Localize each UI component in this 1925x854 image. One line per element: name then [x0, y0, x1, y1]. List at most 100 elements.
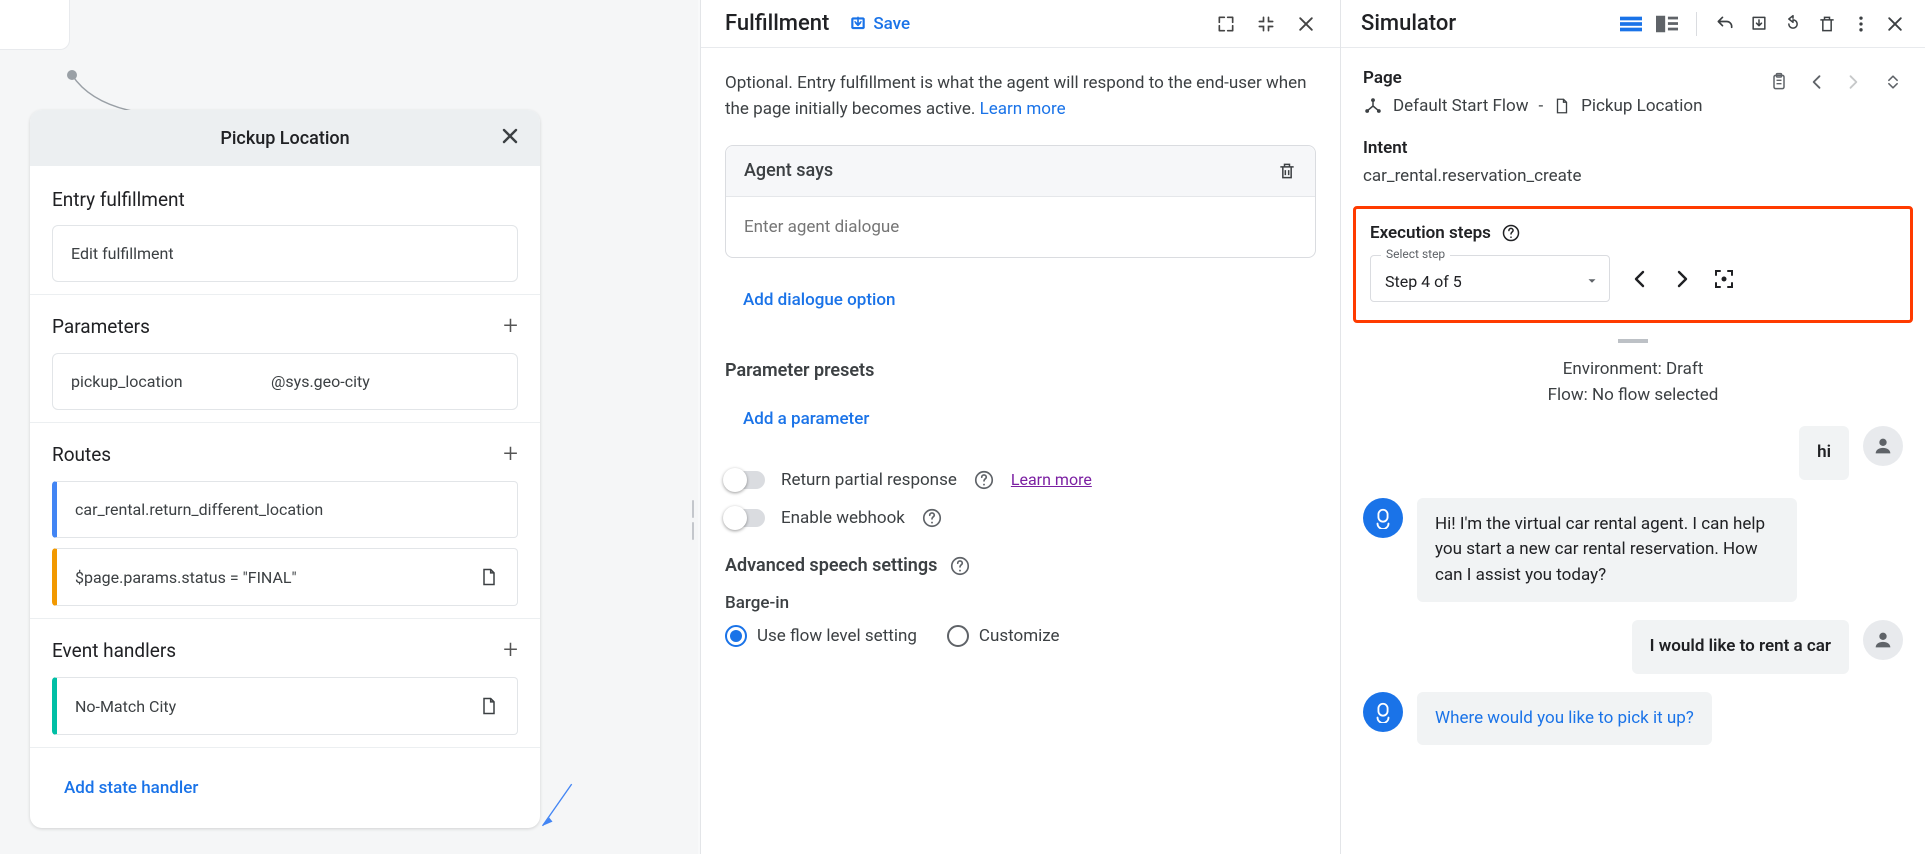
close-icon[interactable]	[498, 124, 522, 148]
undo-icon[interactable]	[1715, 14, 1735, 34]
simulator-header: Simulator	[1341, 0, 1925, 48]
radio-checked-icon	[725, 625, 747, 647]
user-avatar-icon	[1863, 426, 1903, 466]
user-message: I would like to rent a car	[1632, 620, 1849, 674]
breadcrumb-flow: Default Start Flow	[1393, 96, 1528, 116]
event-handlers-heading: Event handlers	[52, 639, 176, 662]
exit-fullscreen-icon[interactable]	[1256, 14, 1276, 34]
add-state-handler-link[interactable]: Add state handler	[64, 778, 198, 798]
route-row-intent[interactable]: car_rental.return_different_location	[52, 481, 518, 538]
fullscreen-icon[interactable]	[1216, 14, 1236, 34]
focus-icon[interactable]	[1712, 267, 1736, 291]
chat-user-row: hi	[1363, 426, 1903, 480]
parameter-entity: @sys.geo-city	[271, 372, 499, 391]
learn-more-link[interactable]: Learn more	[980, 99, 1066, 119]
barge-in-label: Barge-in	[725, 593, 1316, 613]
advanced-speech-heading: Advanced speech settings	[725, 555, 937, 576]
intent-value: car_rental.reservation_create	[1363, 166, 1903, 186]
entry-fulfillment-heading: Entry fulfillment	[52, 188, 518, 211]
flow-canvas[interactable]: Pickup Location Entry fulfillment Edit f…	[0, 0, 698, 854]
step-select-value: Step 4 of 5	[1385, 272, 1462, 291]
chat-bot-row: Hi! I'm the virtual car rental agent. I …	[1363, 498, 1903, 603]
page-icon	[1553, 96, 1571, 116]
close-icon[interactable]	[1296, 14, 1316, 34]
view-list-icon[interactable]	[1620, 15, 1642, 33]
env-line2: Flow: No flow selected	[1363, 383, 1903, 409]
panel-resizer[interactable]	[692, 500, 698, 540]
save-button[interactable]: Save	[849, 14, 910, 34]
bot-message: Where would you like to pick it up?	[1417, 692, 1712, 746]
next-step-icon[interactable]	[1670, 267, 1694, 291]
route-intent-label: car_rental.return_different_location	[75, 500, 323, 519]
close-icon[interactable]	[1885, 14, 1905, 34]
simulator-panel: Simulator Page Default Start Flow - Pick…	[1340, 0, 1925, 854]
intent-label: Intent	[1363, 138, 1903, 158]
help-icon[interactable]	[949, 555, 971, 577]
node-header: Pickup Location	[30, 110, 540, 166]
fulfillment-info-text: Optional. Entry fulfillment is what the …	[725, 70, 1316, 123]
user-avatar-icon	[1863, 620, 1903, 660]
chevron-left-icon[interactable]	[1807, 72, 1827, 92]
drag-handle[interactable]	[1618, 339, 1648, 343]
agent-says-label: Agent says	[744, 160, 833, 181]
parameters-heading: Parameters	[52, 315, 150, 338]
help-icon[interactable]	[921, 507, 943, 529]
parameter-name: pickup_location	[71, 372, 271, 391]
add-event-icon[interactable]: +	[503, 637, 518, 663]
step-select[interactable]: Select step Step 4 of 5	[1370, 255, 1610, 302]
flow-icon	[1363, 96, 1383, 116]
event-label: No-Match City	[75, 697, 176, 716]
agent-dialogue-input[interactable]	[726, 197, 1315, 257]
radio-customize-label: Customize	[979, 626, 1060, 646]
reset-icon[interactable]	[1783, 14, 1803, 34]
page-node-card: Pickup Location Entry fulfillment Edit f…	[30, 110, 540, 828]
collapse-icon[interactable]	[1883, 72, 1903, 92]
partial-response-toggle[interactable]	[725, 471, 765, 489]
view-split-icon[interactable]	[1656, 15, 1678, 33]
simulator-title: Simulator	[1361, 11, 1606, 36]
import-icon[interactable]	[1749, 14, 1769, 34]
parameter-row[interactable]: pickup_location @sys.geo-city	[52, 353, 518, 410]
help-icon[interactable]	[973, 469, 995, 491]
edit-fulfillment-label: Edit fulfillment	[71, 244, 174, 263]
execution-steps-highlight: Execution steps Select step Step 4 of 5	[1353, 206, 1913, 323]
execution-steps-label: Execution steps	[1370, 223, 1491, 243]
route-row-condition[interactable]: $page.params.status = "FINAL"	[52, 548, 518, 606]
prev-step-icon[interactable]	[1628, 267, 1652, 291]
canvas-tab[interactable]	[0, 0, 70, 50]
radio-customize[interactable]: Customize	[947, 625, 1060, 647]
more-icon[interactable]	[1851, 14, 1871, 34]
environment-info: Environment: Draft Flow: No flow selecte…	[1363, 357, 1903, 408]
bot-avatar-icon	[1363, 498, 1403, 538]
fulfillment-panel: Fulfillment Save Optional. Entry fulfill…	[700, 0, 1340, 854]
user-message: hi	[1799, 426, 1849, 480]
edit-fulfillment-button[interactable]: Edit fulfillment	[52, 225, 518, 282]
radio-flow-level[interactable]: Use flow level setting	[725, 625, 917, 647]
learn-more-link[interactable]: Learn more	[1011, 470, 1092, 489]
webhook-label: Enable webhook	[781, 508, 905, 528]
breadcrumb-page: Pickup Location	[1581, 96, 1702, 116]
chevron-right-icon[interactable]	[1843, 72, 1863, 92]
trash-icon[interactable]	[1277, 160, 1297, 182]
help-icon[interactable]	[1501, 223, 1521, 243]
partial-response-label: Return partial response	[781, 470, 957, 490]
add-dialogue-link[interactable]: Add dialogue option	[743, 290, 895, 310]
webhook-toggle[interactable]	[725, 509, 765, 527]
clipboard-icon[interactable]	[1769, 72, 1789, 92]
save-label: Save	[873, 14, 910, 34]
parameter-presets-heading: Parameter presets	[725, 360, 1316, 381]
add-parameter-icon[interactable]: +	[503, 313, 518, 339]
chevron-down-icon	[1585, 274, 1599, 288]
trash-icon[interactable]	[1817, 14, 1837, 34]
event-row[interactable]: No-Match City	[52, 677, 518, 735]
radio-unchecked-icon	[947, 625, 969, 647]
add-route-icon[interactable]: +	[503, 441, 518, 467]
agent-says-box: Agent says	[725, 145, 1316, 258]
radio-flow-label: Use flow level setting	[757, 626, 917, 646]
fulfillment-title: Fulfillment	[725, 11, 829, 36]
route-condition-label: $page.params.status = "FINAL"	[75, 568, 297, 587]
add-parameter-link[interactable]: Add a parameter	[743, 409, 869, 429]
page-icon	[479, 696, 499, 716]
page-label: Page	[1363, 68, 1402, 88]
chat-bot-row: Where would you like to pick it up?	[1363, 692, 1903, 746]
